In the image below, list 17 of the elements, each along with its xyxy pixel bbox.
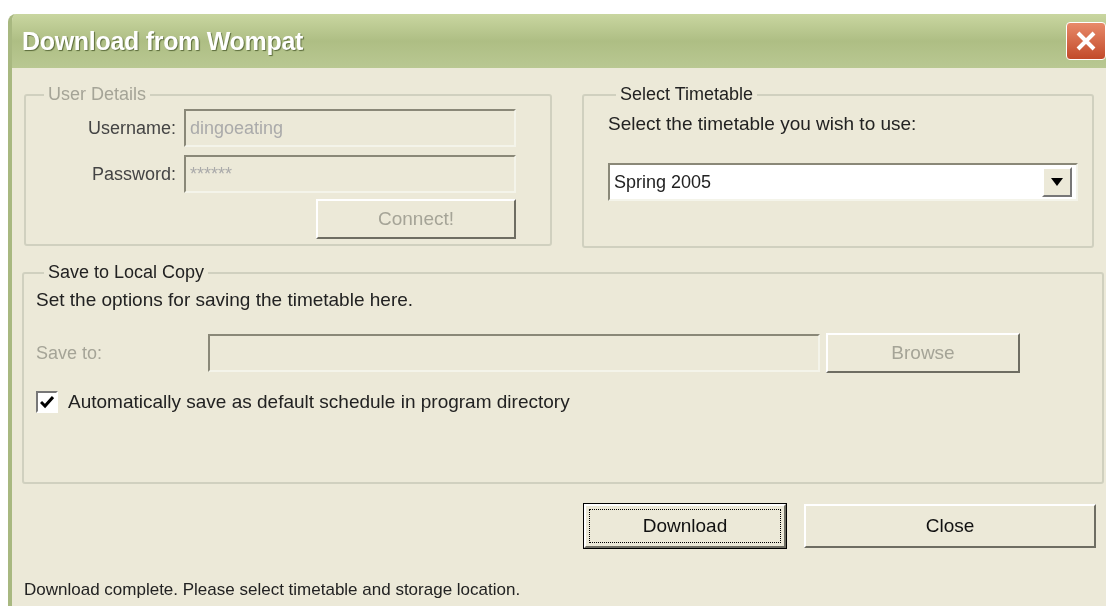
checkbox-label: Automatically save as default schedule in program directory xyxy=(68,391,570,413)
timetable-dropdown[interactable]: Spring 2005 xyxy=(608,163,1078,201)
status-text: Download complete. Please select timetable and storage location. xyxy=(24,580,522,601)
group-title: Save to Local Copy xyxy=(47,262,206,283)
group-title: User Details xyxy=(47,84,148,105)
dialog-button[interactable]: Download xyxy=(584,504,786,548)
close-button[interactable] xyxy=(1066,22,1106,60)
field-label: Username: xyxy=(86,117,176,139)
close-icon xyxy=(1075,30,1097,52)
field-label: Password: xyxy=(90,163,176,185)
checkbox[interactable] xyxy=(36,391,58,413)
field-label: Save to: xyxy=(36,342,104,364)
description-text: Set the options for saving the timetable here. xyxy=(36,289,414,311)
window-title: Download from Wompat xyxy=(22,26,304,56)
group-title: Select Timetable xyxy=(619,84,755,105)
prompt-text: Select the timetable you wish to use: xyxy=(608,113,917,135)
dialog-button[interactable]: Close xyxy=(804,504,1096,548)
